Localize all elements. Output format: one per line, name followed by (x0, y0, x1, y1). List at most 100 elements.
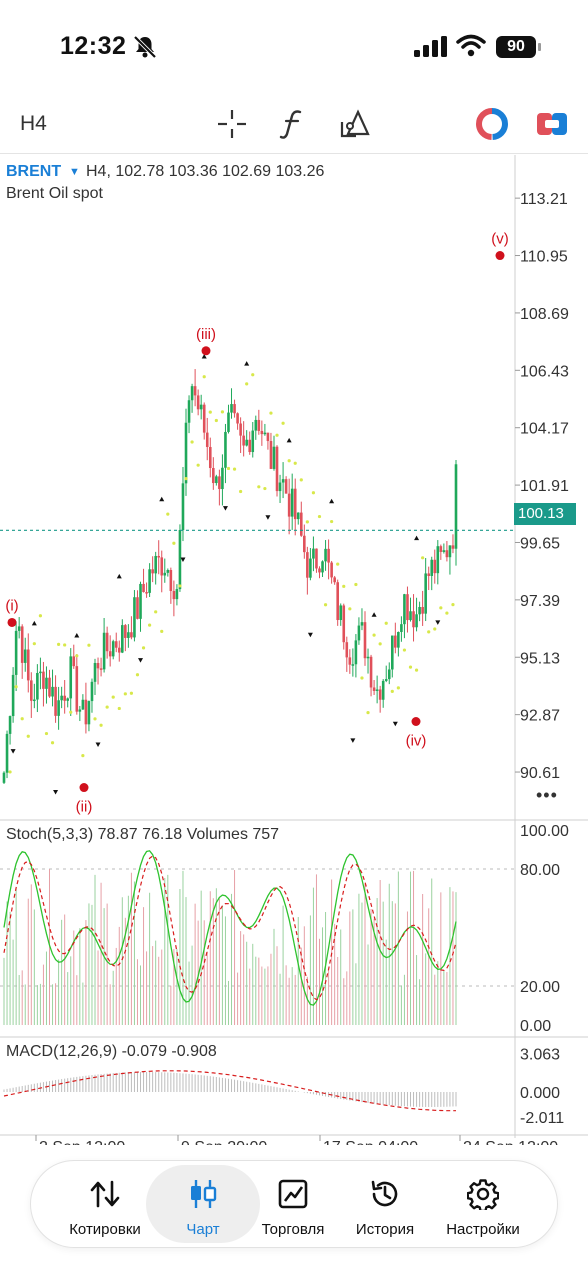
candle-body (154, 555, 157, 574)
candle-body (60, 695, 63, 701)
fractal-marker (222, 506, 228, 511)
candle-body (114, 641, 118, 648)
candle-body (339, 605, 343, 621)
fractal-marker (116, 573, 122, 579)
sar-dot (32, 642, 36, 646)
nav-chart[interactable]: Чарт (161, 1161, 245, 1247)
candle-body (445, 550, 449, 558)
candle-body (54, 686, 57, 716)
symbol-dropdown-icon[interactable]: ▼ (69, 166, 80, 178)
chart-area[interactable]: 113.21 110.95 108.69 106.43 104.17 101.91 99.6… (0, 155, 588, 1145)
wave-point (411, 717, 421, 727)
candle-body (439, 546, 443, 552)
candle-body (136, 597, 139, 619)
candle-body (372, 687, 376, 691)
candle-body (378, 689, 382, 700)
timeframe-selector[interactable]: H4 (20, 112, 47, 136)
candle-body (160, 557, 164, 576)
candle-body (142, 583, 145, 593)
sar-dot (360, 676, 364, 680)
nav-trade[interactable]: Торговля (251, 1161, 335, 1247)
sar-dot (202, 375, 206, 379)
sar-dot (208, 410, 212, 414)
crosshair-icon[interactable] (214, 106, 250, 142)
nav-quotes-label: Котировки (69, 1221, 141, 1238)
macd-tick-label: 0.000 (520, 1085, 560, 1102)
candle-body (102, 632, 106, 670)
candle-body (387, 669, 391, 680)
more-icon[interactable]: ••• (536, 785, 558, 806)
candle-body (17, 626, 21, 631)
candle-body (418, 607, 421, 615)
candle-body (130, 632, 133, 638)
stoch-signal-line (3, 855, 457, 1001)
trade-panel-icon[interactable] (534, 106, 570, 142)
candle-body (199, 404, 203, 410)
candle-body (239, 423, 242, 436)
symbol-name[interactable]: BRENT (6, 163, 61, 181)
price-tick-label: 101.91 (520, 478, 569, 495)
oneclick-trading-icon[interactable] (474, 106, 510, 142)
sar-dot (445, 611, 449, 615)
wave-label: (v) (491, 231, 509, 248)
candle-body (178, 530, 182, 590)
candle-body (196, 395, 200, 410)
candle-body (30, 680, 33, 701)
candle-body (96, 662, 100, 669)
sar-dot (336, 562, 340, 566)
candle-body (351, 664, 355, 666)
sar-dot (44, 731, 49, 736)
nav-quotes[interactable]: Котировки (63, 1161, 147, 1247)
symbol-description: Brent Oil spot (6, 185, 103, 202)
sar-dot (251, 373, 255, 377)
macd-legend: MACD(12,26,9) -0.079 -0.908 (6, 1043, 217, 1060)
candle-body (218, 476, 221, 490)
objects-icon[interactable] (337, 106, 373, 142)
candle-body (20, 626, 24, 663)
wifi-icon (456, 34, 486, 57)
sar-dot (105, 705, 109, 709)
sar-dot (220, 410, 225, 414)
nav-history[interactable]: История (343, 1161, 427, 1247)
wave-label: (i) (5, 597, 18, 614)
sar-dot (402, 648, 407, 652)
candle-body (75, 666, 79, 712)
sar-dot (111, 695, 115, 699)
candle-body (248, 439, 252, 453)
candle-body (260, 430, 264, 435)
sar-dot (75, 654, 79, 658)
nav-settings[interactable]: Настройки (441, 1161, 525, 1247)
candle-body (360, 622, 364, 626)
sar-dot (281, 421, 285, 425)
sar-dot (190, 440, 194, 444)
sar-dot (439, 606, 443, 610)
price-tick-label: 108.69 (520, 306, 569, 323)
candle-body (148, 569, 151, 593)
sar-dot (93, 717, 97, 721)
sar-dot (421, 556, 425, 560)
fractal-marker (10, 749, 16, 754)
fractal-marker (371, 612, 377, 617)
candle-body (48, 677, 51, 697)
function-icon[interactable] (275, 106, 311, 142)
price-tick-label: 90.61 (520, 765, 560, 782)
candle-body (87, 701, 91, 725)
candle-body (184, 422, 188, 484)
candle-body (139, 583, 142, 619)
price-chart-svg[interactable]: 113.21 110.95 108.69 106.43 104.17 101.91 99.6… (0, 155, 588, 1145)
price-tick-label: 99.65 (520, 535, 560, 552)
candle-body (303, 535, 306, 553)
candle-body (278, 482, 282, 492)
sar-dot (135, 673, 140, 677)
price-tick-label: 92.87 (520, 708, 560, 725)
wave-point (495, 251, 505, 261)
time-tick-label: 9 Sep 20:00 (181, 1139, 267, 1145)
sar-dot (148, 623, 152, 627)
candle-body (421, 607, 424, 614)
candle-body (66, 698, 70, 701)
nav-chart-label: Чарт (186, 1221, 220, 1238)
candle-body (363, 622, 367, 659)
candle-body (166, 569, 170, 573)
sar-dot (275, 433, 279, 437)
fractal-marker (350, 738, 356, 743)
